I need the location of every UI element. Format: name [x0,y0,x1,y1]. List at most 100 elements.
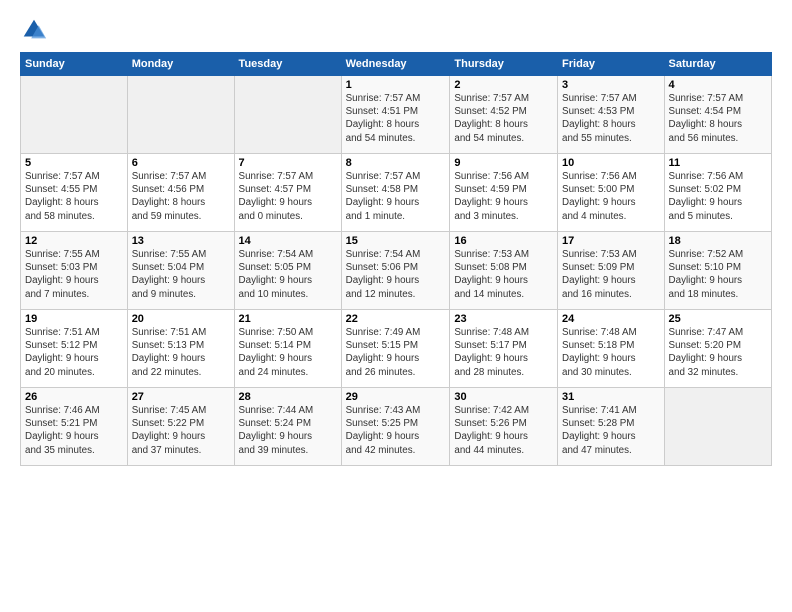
day-number: 14 [239,235,337,247]
calendar-cell [234,76,341,154]
day-number: 19 [25,313,123,325]
calendar-cell: 13Sunrise: 7:55 AM Sunset: 5:04 PM Dayli… [127,232,234,310]
calendar-cell: 2Sunrise: 7:57 AM Sunset: 4:52 PM Daylig… [450,76,558,154]
weekday-row: SundayMondayTuesdayWednesdayThursdayFrid… [21,53,772,76]
calendar-cell: 8Sunrise: 7:57 AM Sunset: 4:58 PM Daylig… [341,154,450,232]
calendar-cell: 30Sunrise: 7:42 AM Sunset: 5:26 PM Dayli… [450,388,558,466]
calendar-cell: 6Sunrise: 7:57 AM Sunset: 4:56 PM Daylig… [127,154,234,232]
calendar-week-4: 19Sunrise: 7:51 AM Sunset: 5:12 PM Dayli… [21,310,772,388]
calendar-cell: 9Sunrise: 7:56 AM Sunset: 4:59 PM Daylig… [450,154,558,232]
day-number: 18 [669,235,767,247]
calendar-body: 1Sunrise: 7:57 AM Sunset: 4:51 PM Daylig… [21,76,772,466]
calendar-cell [127,76,234,154]
calendar-week-1: 1Sunrise: 7:57 AM Sunset: 4:51 PM Daylig… [21,76,772,154]
day-number: 8 [346,157,446,169]
day-number: 13 [132,235,230,247]
calendar: SundayMondayTuesdayWednesdayThursdayFrid… [20,52,772,466]
day-info: Sunrise: 7:43 AM Sunset: 5:25 PM Dayligh… [346,404,446,457]
calendar-cell: 3Sunrise: 7:57 AM Sunset: 4:53 PM Daylig… [558,76,665,154]
day-number: 11 [669,157,767,169]
day-info: Sunrise: 7:41 AM Sunset: 5:28 PM Dayligh… [562,404,660,457]
calendar-cell: 19Sunrise: 7:51 AM Sunset: 5:12 PM Dayli… [21,310,128,388]
day-number: 6 [132,157,230,169]
day-number: 23 [454,313,553,325]
day-info: Sunrise: 7:48 AM Sunset: 5:17 PM Dayligh… [454,326,553,379]
day-number: 9 [454,157,553,169]
calendar-cell: 7Sunrise: 7:57 AM Sunset: 4:57 PM Daylig… [234,154,341,232]
calendar-cell: 27Sunrise: 7:45 AM Sunset: 5:22 PM Dayli… [127,388,234,466]
weekday-header-saturday: Saturday [664,53,771,76]
calendar-cell: 17Sunrise: 7:53 AM Sunset: 5:09 PM Dayli… [558,232,665,310]
day-info: Sunrise: 7:57 AM Sunset: 4:53 PM Dayligh… [562,92,660,145]
calendar-cell: 5Sunrise: 7:57 AM Sunset: 4:55 PM Daylig… [21,154,128,232]
day-info: Sunrise: 7:57 AM Sunset: 4:54 PM Dayligh… [669,92,767,145]
weekday-header-sunday: Sunday [21,53,128,76]
calendar-cell: 4Sunrise: 7:57 AM Sunset: 4:54 PM Daylig… [664,76,771,154]
day-number: 16 [454,235,553,247]
calendar-cell: 24Sunrise: 7:48 AM Sunset: 5:18 PM Dayli… [558,310,665,388]
day-number: 20 [132,313,230,325]
weekday-header-tuesday: Tuesday [234,53,341,76]
day-number: 27 [132,391,230,403]
weekday-header-wednesday: Wednesday [341,53,450,76]
day-number: 4 [669,79,767,91]
day-info: Sunrise: 7:48 AM Sunset: 5:18 PM Dayligh… [562,326,660,379]
day-number: 22 [346,313,446,325]
day-info: Sunrise: 7:42 AM Sunset: 5:26 PM Dayligh… [454,404,553,457]
calendar-week-2: 5Sunrise: 7:57 AM Sunset: 4:55 PM Daylig… [21,154,772,232]
day-info: Sunrise: 7:56 AM Sunset: 4:59 PM Dayligh… [454,170,553,223]
calendar-cell: 14Sunrise: 7:54 AM Sunset: 5:05 PM Dayli… [234,232,341,310]
calendar-cell: 23Sunrise: 7:48 AM Sunset: 5:17 PM Dayli… [450,310,558,388]
logo [20,16,52,44]
day-number: 2 [454,79,553,91]
day-info: Sunrise: 7:45 AM Sunset: 5:22 PM Dayligh… [132,404,230,457]
day-info: Sunrise: 7:46 AM Sunset: 5:21 PM Dayligh… [25,404,123,457]
calendar-week-5: 26Sunrise: 7:46 AM Sunset: 5:21 PM Dayli… [21,388,772,466]
calendar-cell: 28Sunrise: 7:44 AM Sunset: 5:24 PM Dayli… [234,388,341,466]
day-info: Sunrise: 7:52 AM Sunset: 5:10 PM Dayligh… [669,248,767,301]
page: SundayMondayTuesdayWednesdayThursdayFrid… [0,0,792,612]
day-info: Sunrise: 7:49 AM Sunset: 5:15 PM Dayligh… [346,326,446,379]
day-info: Sunrise: 7:44 AM Sunset: 5:24 PM Dayligh… [239,404,337,457]
day-info: Sunrise: 7:56 AM Sunset: 5:02 PM Dayligh… [669,170,767,223]
calendar-cell [664,388,771,466]
day-number: 30 [454,391,553,403]
day-number: 25 [669,313,767,325]
day-number: 12 [25,235,123,247]
day-number: 1 [346,79,446,91]
day-info: Sunrise: 7:56 AM Sunset: 5:00 PM Dayligh… [562,170,660,223]
calendar-cell: 12Sunrise: 7:55 AM Sunset: 5:03 PM Dayli… [21,232,128,310]
day-number: 29 [346,391,446,403]
calendar-cell: 11Sunrise: 7:56 AM Sunset: 5:02 PM Dayli… [664,154,771,232]
calendar-cell: 26Sunrise: 7:46 AM Sunset: 5:21 PM Dayli… [21,388,128,466]
day-number: 31 [562,391,660,403]
calendar-cell: 31Sunrise: 7:41 AM Sunset: 5:28 PM Dayli… [558,388,665,466]
calendar-cell: 25Sunrise: 7:47 AM Sunset: 5:20 PM Dayli… [664,310,771,388]
calendar-cell: 22Sunrise: 7:49 AM Sunset: 5:15 PM Dayli… [341,310,450,388]
day-info: Sunrise: 7:57 AM Sunset: 4:58 PM Dayligh… [346,170,446,223]
weekday-header-monday: Monday [127,53,234,76]
day-info: Sunrise: 7:47 AM Sunset: 5:20 PM Dayligh… [669,326,767,379]
day-number: 15 [346,235,446,247]
calendar-header: SundayMondayTuesdayWednesdayThursdayFrid… [21,53,772,76]
calendar-cell: 21Sunrise: 7:50 AM Sunset: 5:14 PM Dayli… [234,310,341,388]
day-number: 10 [562,157,660,169]
day-info: Sunrise: 7:54 AM Sunset: 5:05 PM Dayligh… [239,248,337,301]
day-info: Sunrise: 7:55 AM Sunset: 5:04 PM Dayligh… [132,248,230,301]
calendar-cell: 18Sunrise: 7:52 AM Sunset: 5:10 PM Dayli… [664,232,771,310]
calendar-cell: 29Sunrise: 7:43 AM Sunset: 5:25 PM Dayli… [341,388,450,466]
day-number: 24 [562,313,660,325]
header [20,16,772,44]
weekday-header-thursday: Thursday [450,53,558,76]
logo-icon [20,16,48,44]
day-number: 7 [239,157,337,169]
day-info: Sunrise: 7:57 AM Sunset: 4:57 PM Dayligh… [239,170,337,223]
day-info: Sunrise: 7:57 AM Sunset: 4:55 PM Dayligh… [25,170,123,223]
day-number: 3 [562,79,660,91]
day-info: Sunrise: 7:55 AM Sunset: 5:03 PM Dayligh… [25,248,123,301]
calendar-cell [21,76,128,154]
day-number: 28 [239,391,337,403]
day-number: 21 [239,313,337,325]
day-number: 17 [562,235,660,247]
calendar-cell: 16Sunrise: 7:53 AM Sunset: 5:08 PM Dayli… [450,232,558,310]
